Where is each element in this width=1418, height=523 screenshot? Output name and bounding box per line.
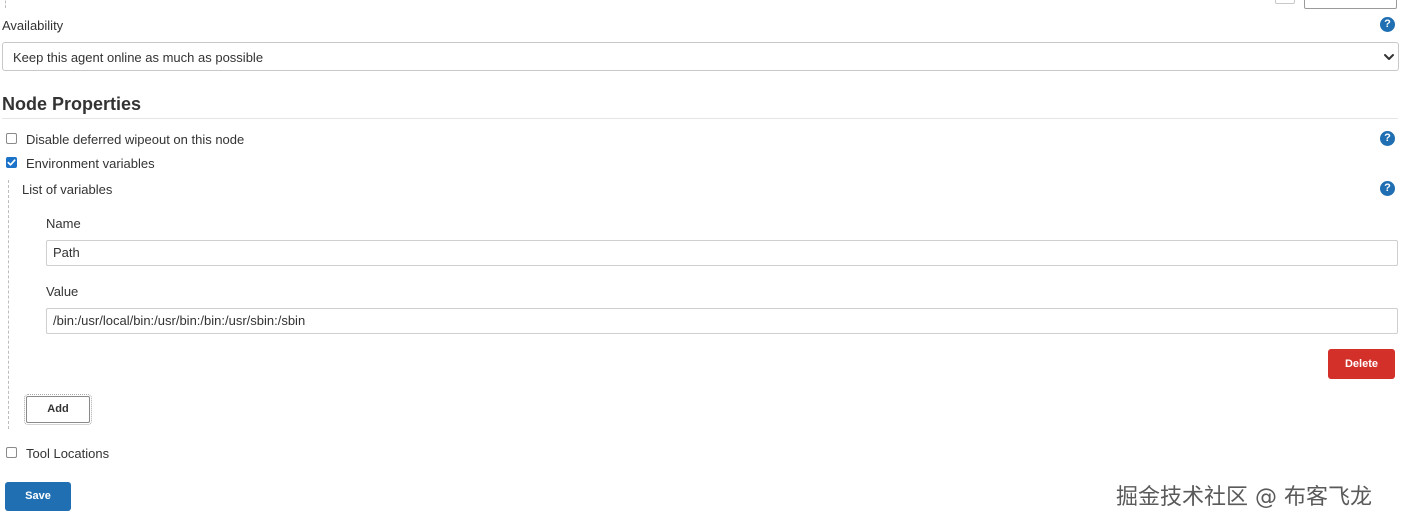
partial-tab <box>1275 0 1295 4</box>
delete-button[interactable]: Delete <box>1328 349 1395 379</box>
page-title: Node Properties <box>2 94 142 114</box>
help-icon[interactable]: ? <box>1380 17 1395 32</box>
tool-locations-checkbox[interactable] <box>6 447 17 458</box>
help-icon[interactable]: ? <box>1380 181 1395 196</box>
disable-deferred-wipeout-checkbox[interactable] <box>6 133 17 144</box>
availability-select[interactable]: Keep this agent online as much as possib… <box>2 42 1399 71</box>
value-field-label: Value <box>46 284 79 299</box>
nested-section-line <box>8 180 9 429</box>
environment-variables-checkbox[interactable] <box>6 157 17 168</box>
availability-selected-value: Keep this agent online as much as possib… <box>13 50 264 65</box>
tool-locations-label: Tool Locations <box>26 446 110 461</box>
disable-deferred-wipeout-label: Disable deferred wipeout on this node <box>26 132 245 147</box>
save-button[interactable]: Save <box>5 482 71 511</box>
chevron-down-icon <box>1384 54 1394 60</box>
check-icon <box>7 159 16 166</box>
section-divider-top <box>5 0 6 8</box>
name-field-label: Name <box>46 216 81 231</box>
divider <box>2 118 1398 119</box>
availability-label: Availability <box>2 18 64 33</box>
help-icon[interactable]: ? <box>1380 131 1395 146</box>
watermark: 掘金技术社区 @ 布客飞龙 <box>1116 485 1372 510</box>
partial-button[interactable] <box>1304 0 1397 9</box>
list-of-variables-label: List of variables <box>22 182 113 197</box>
environment-variables-label: Environment variables <box>26 156 155 171</box>
value-field[interactable]: /bin:/usr/local/bin:/usr/bin:/bin:/usr/s… <box>46 308 1398 334</box>
add-button[interactable]: Add <box>24 394 92 425</box>
name-field[interactable]: Path <box>46 240 1398 266</box>
